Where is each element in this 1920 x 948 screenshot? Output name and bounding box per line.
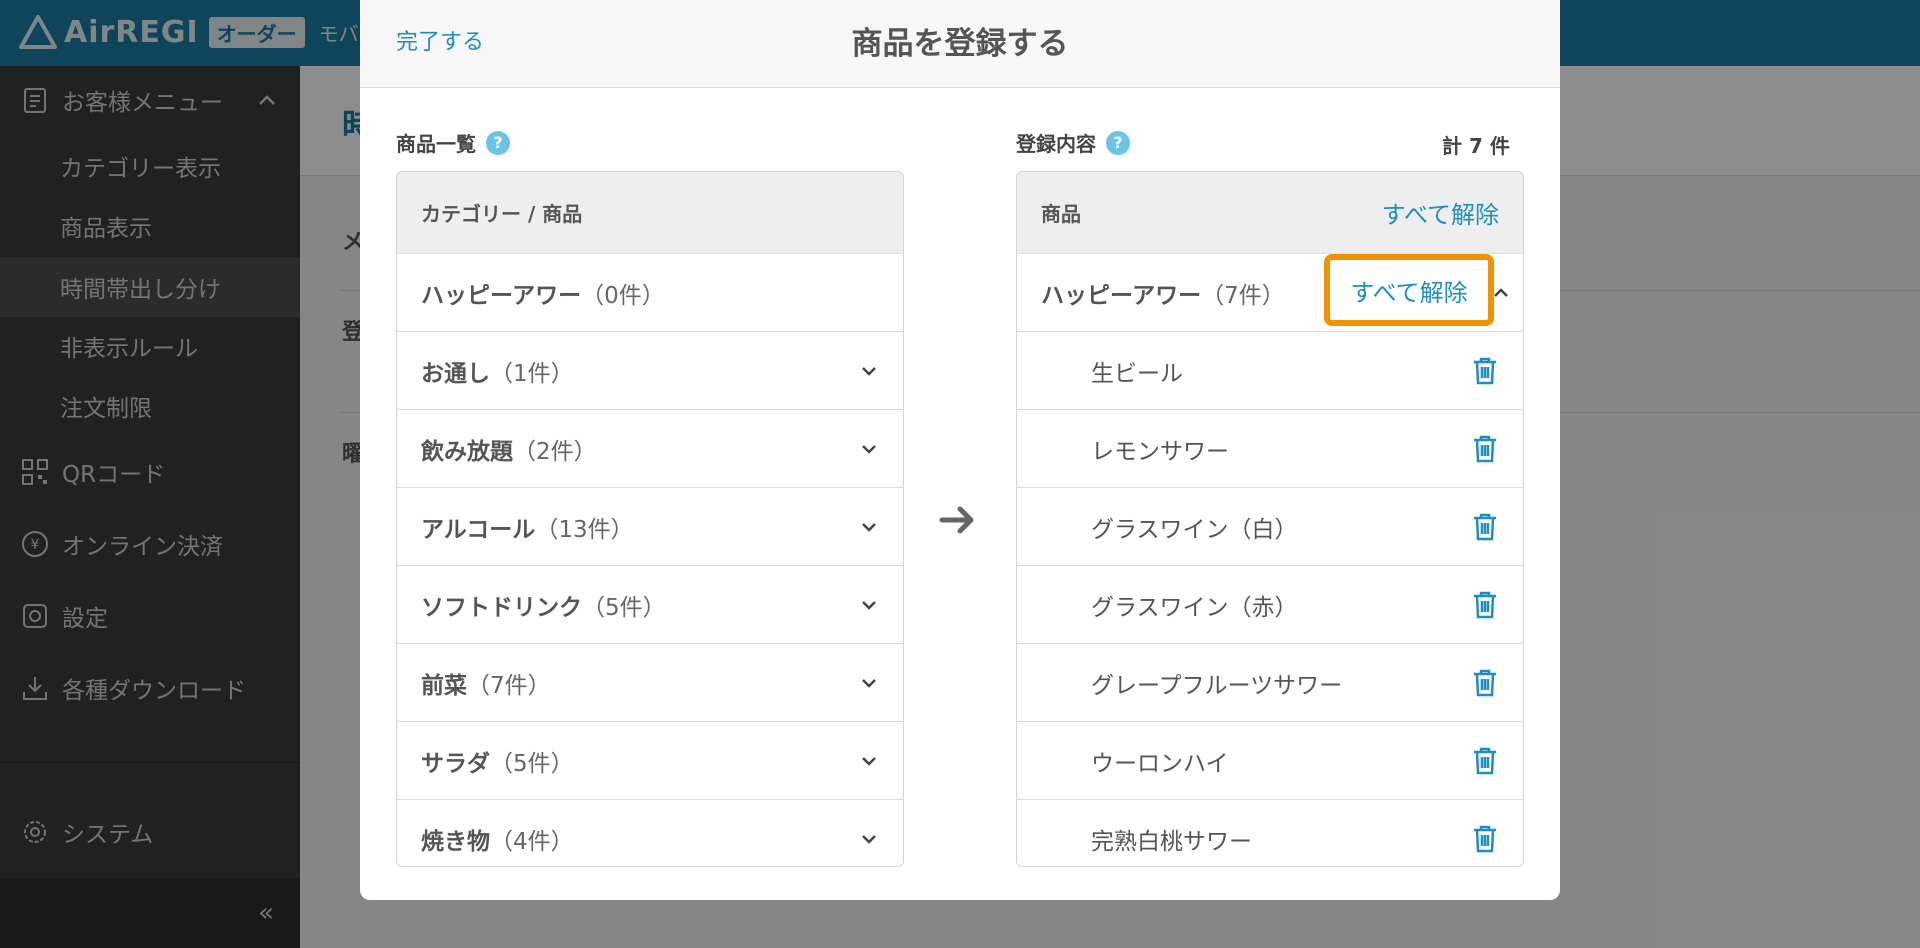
product-list-label: 商品一覧 ? — [396, 128, 510, 157]
chevron-down-icon — [862, 366, 876, 376]
register-products-modal: 完了する 商品を登録する 商品一覧 ? 登録内容 ? 計 7 件 カテゴリー /… — [360, 0, 1560, 900]
trash-icon[interactable] — [1471, 356, 1499, 386]
product-list-panel: カテゴリー / 商品 ハッピーアワー（0件） お通し（1件） 飲み放題（2件） … — [396, 171, 904, 867]
chevron-down-icon — [862, 444, 876, 454]
chevron-down-icon — [862, 756, 876, 766]
total-count: 計 7 件 — [1442, 134, 1510, 158]
registered-item-row: レモンサワー — [1017, 410, 1523, 488]
category-row[interactable]: 飲み放題（2件） — [397, 410, 903, 488]
arrow-right-icon — [939, 506, 974, 534]
trash-icon[interactable] — [1471, 746, 1499, 776]
registered-item-row: グレープフルーツサワー — [1017, 644, 1523, 722]
modal-header: 完了する 商品を登録する — [360, 0, 1560, 88]
panel-header: カテゴリー / 商品 — [397, 172, 903, 254]
category-row[interactable]: アルコール（13件） — [397, 488, 903, 566]
panel-header: 商品 すべて解除 — [1017, 172, 1523, 254]
group-clear-all-button[interactable]: すべて解除 — [1324, 254, 1494, 326]
registered-item-row: 生ビール — [1017, 332, 1523, 410]
trash-icon[interactable] — [1471, 824, 1499, 854]
trash-icon[interactable] — [1471, 590, 1499, 620]
category-row[interactable]: 焼き物（4件） — [397, 800, 903, 866]
registered-item-row: グラスワイン（赤） — [1017, 566, 1523, 644]
category-row[interactable]: 前菜（7件） — [397, 644, 903, 722]
trash-icon[interactable] — [1471, 668, 1499, 698]
registered-item-row: ウーロンハイ — [1017, 722, 1523, 800]
trash-icon[interactable] — [1471, 512, 1499, 542]
registered-label: 登録内容 ? — [1016, 128, 1130, 157]
chevron-up-icon — [1494, 287, 1508, 297]
chevron-down-icon — [862, 835, 876, 844]
chevron-down-icon — [862, 678, 876, 688]
category-row[interactable]: ソフトドリンク（5件） — [397, 566, 903, 644]
trash-icon[interactable] — [1471, 434, 1499, 464]
chevron-down-icon — [862, 522, 876, 532]
category-row[interactable]: サラダ（5件） — [397, 722, 903, 800]
category-row[interactable]: ハッピーアワー（0件） — [397, 254, 903, 332]
help-icon[interactable]: ? — [486, 130, 510, 155]
modal-title: 商品を登録する — [851, 26, 1069, 62]
category-row[interactable]: お通し（1件） — [397, 332, 903, 410]
chevron-down-icon — [862, 600, 876, 610]
registered-item-row: グラスワイン（白） — [1017, 488, 1523, 566]
clear-all-button[interactable]: すべて解除 — [1382, 195, 1499, 230]
help-icon[interactable]: ? — [1106, 130, 1130, 155]
registered-item-row: 完熟白桃サワー — [1017, 800, 1523, 866]
